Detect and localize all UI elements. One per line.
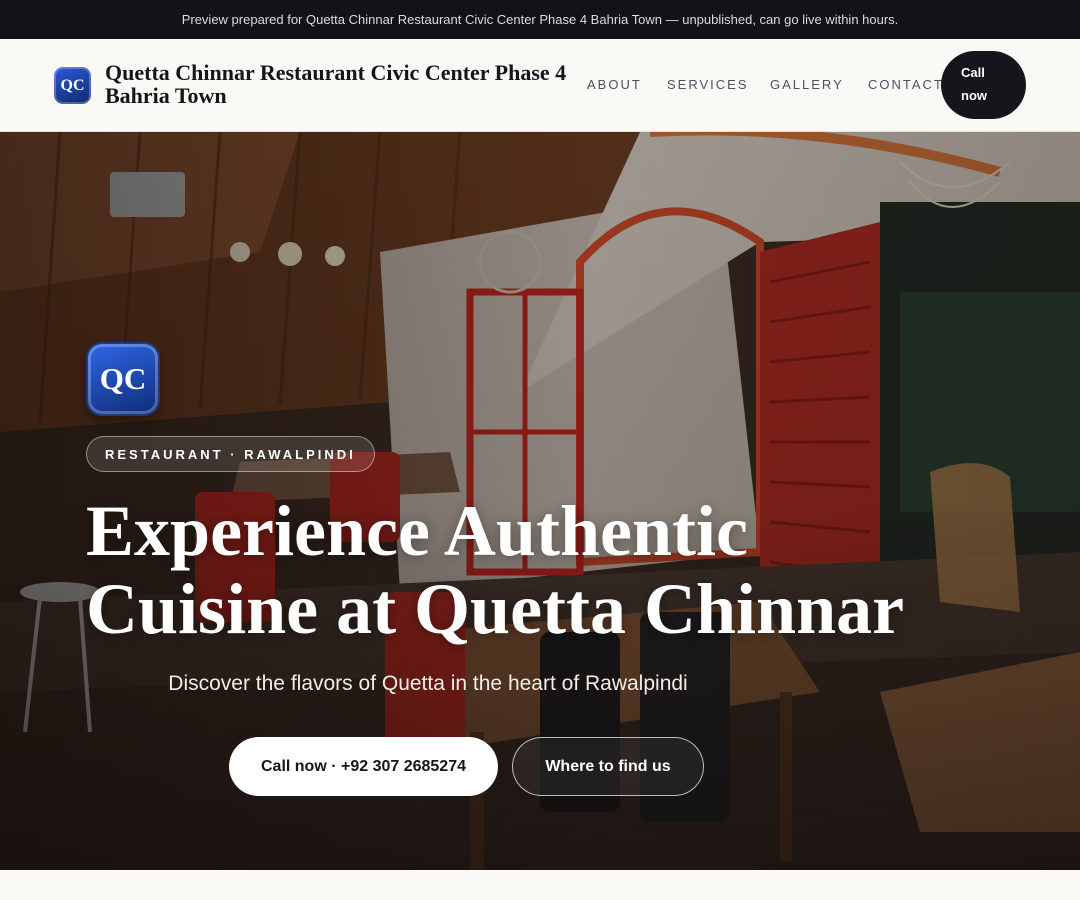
preview-banner: Preview prepared for Quetta Chinnar Rest…: [0, 0, 1080, 39]
hero-section: QC RESTAURANT · RAWALPINDI Experience Au…: [0, 132, 1080, 870]
hero-title: Experience Authentic Cuisine at Quetta C…: [86, 491, 905, 649]
next-section-edge: [0, 870, 1080, 900]
nav-services[interactable]: SERVICES: [667, 77, 749, 92]
hero-logo: QC: [88, 344, 158, 414]
call-phone-button[interactable]: Call now · +92 307 2685274: [229, 737, 498, 796]
location-button[interactable]: Where to find us: [512, 737, 704, 796]
site-header: QC Quetta Chinnar Restaurant Civic Cente…: [0, 39, 1080, 132]
brand-logo[interactable]: QC: [54, 67, 91, 104]
nav-contact[interactable]: CONTACT: [868, 77, 944, 92]
brand-name[interactable]: Quetta Chinnar Restaurant Civic Center P…: [105, 61, 585, 107]
category-location-tag: RESTAURANT · RAWALPINDI: [86, 436, 375, 472]
nav-about[interactable]: ABOUT: [587, 77, 642, 92]
hero-subtitle: Discover the flavors of Quetta in the he…: [168, 672, 688, 695]
header-call-button[interactable]: Call now: [941, 51, 1026, 119]
nav-gallery[interactable]: GALLERY: [770, 77, 844, 92]
preview-banner-text: Preview prepared for Quetta Chinnar Rest…: [181, 12, 899, 27]
